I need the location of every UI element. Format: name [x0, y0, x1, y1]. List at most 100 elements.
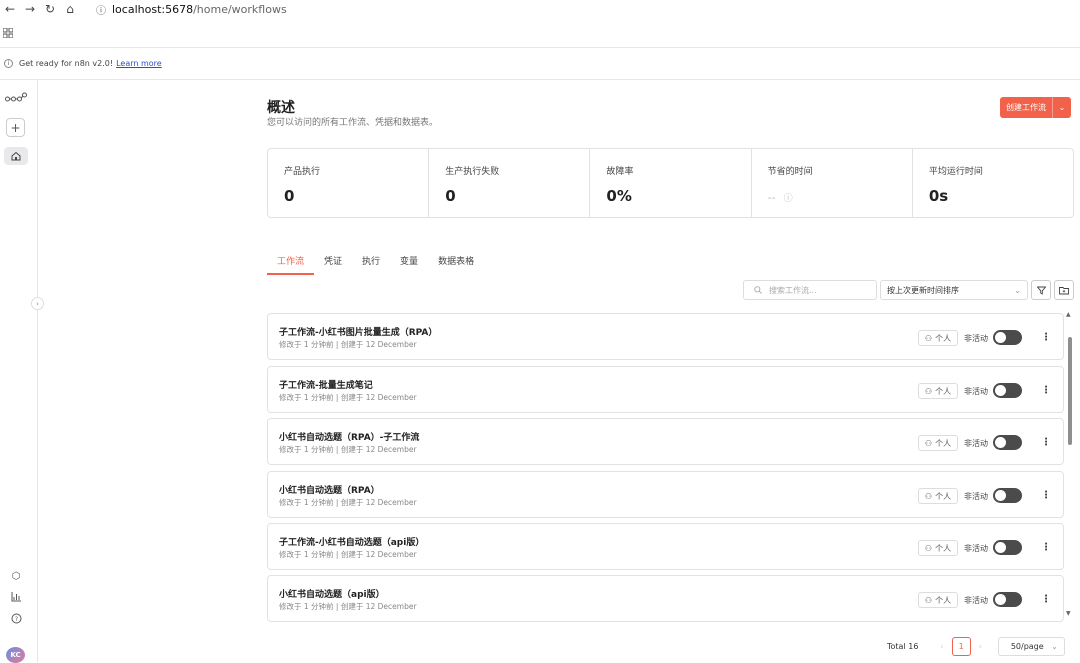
create-workflow-button[interactable]: 创建工作流	[1000, 97, 1052, 118]
active-toggle[interactable]	[993, 540, 1022, 555]
user-icon: ⚇	[924, 438, 933, 448]
page-title: 概述	[267, 100, 295, 116]
owner-badge: ⚇ 个人	[918, 383, 958, 399]
pagination-total: Total 16	[887, 642, 919, 651]
chevron-down-icon: ⌄	[1014, 285, 1021, 295]
more-options-icon[interactable]: ⋮	[1041, 383, 1051, 397]
apps-grid-icon[interactable]	[3, 28, 13, 38]
pagination: Total 16 ‹ 1 › 50/page ⌄	[887, 637, 1065, 656]
sidebar-item-home[interactable]	[4, 147, 28, 165]
scroll-down-icon[interactable]: ▼	[1066, 610, 1071, 617]
stat-value: 0s	[928, 187, 949, 205]
active-toggle[interactable]	[993, 592, 1022, 607]
home-icon[interactable]: ⌂	[60, 0, 80, 18]
workflow-name[interactable]: 小红书自动选题（RPA）-子工作流	[279, 430, 419, 443]
workflow-card[interactable]: 子工作流-批量生成笔记 修改于 1 分钟前 | 创建于 12 December …	[267, 366, 1064, 413]
workflow-card[interactable]: 小红书自动选题（api版） 修改于 1 分钟前 | 创建于 12 Decembe…	[267, 575, 1064, 622]
page-button-1[interactable]: 1	[951, 637, 971, 656]
stat-label: 产品执行	[284, 167, 321, 177]
workflow-name[interactable]: 子工作流-小红书自动选题（api版）	[279, 535, 424, 548]
sort-select[interactable]: 按上次更新时间排序 ⌄	[880, 280, 1028, 300]
more-options-icon[interactable]: ⋮	[1041, 435, 1051, 449]
workflow-card[interactable]: 小红书自动选题（RPA） 修改于 1 分钟前 | 创建于 12 December…	[267, 471, 1064, 518]
tab-credentials[interactable]: 凭证	[314, 254, 352, 275]
learn-more-link[interactable]: Learn more	[116, 59, 162, 68]
address-bar[interactable]: ⓘ localhost:5678/home/workflows	[96, 2, 287, 17]
tabs: 工作流 凭证 执行 变量 数据表格	[267, 254, 484, 275]
active-toggle[interactable]	[993, 435, 1022, 450]
page-size-select[interactable]: 50/page ⌄	[997, 637, 1065, 656]
workflow-meta: 修改于 1 分钟前 | 创建于 12 December	[279, 602, 417, 611]
banner-text: Get ready for n8n v2.0!	[19, 59, 114, 68]
forward-icon[interactable]: →	[20, 0, 40, 18]
more-options-icon[interactable]: ⋮	[1041, 540, 1051, 554]
prev-page-icon[interactable]: ‹	[940, 642, 943, 651]
stat-value-row: -- ⓘ	[768, 191, 912, 204]
templates-icon[interactable]: ⬡	[10, 570, 22, 582]
tab-workflows[interactable]: 工作流	[267, 254, 315, 275]
info-circle-icon: i	[4, 59, 13, 68]
collapse-sidebar-button[interactable]: ›	[31, 297, 44, 310]
active-toggle[interactable]	[993, 330, 1022, 345]
home-icon	[11, 151, 21, 161]
owner-badge: ⚇ 个人	[918, 488, 958, 504]
filter-button[interactable]	[1031, 280, 1051, 300]
stat-average-runtime[interactable]: 平均运行时间 0s	[913, 149, 1073, 217]
scrollbar-thumb[interactable]	[1068, 337, 1072, 445]
stat-value: 0	[284, 187, 295, 205]
avatar[interactable]: KC	[6, 647, 25, 663]
create-workflow-button-group: 创建工作流 ⌄	[1000, 97, 1071, 118]
stat-failure-rate[interactable]: 故障率 0%	[590, 149, 752, 217]
stat-label: 生产执行失败	[445, 167, 500, 177]
user-icon: ⚇	[924, 333, 933, 343]
stat-value: 0	[445, 187, 456, 205]
reload-icon[interactable]: ↻	[40, 0, 60, 18]
more-options-icon[interactable]: ⋮	[1041, 592, 1051, 606]
workflow-card[interactable]: 小红书自动选题（RPA）-子工作流 修改于 1 分钟前 | 创建于 12 Dec…	[267, 418, 1064, 465]
help-icon[interactable]: ?	[10, 612, 22, 624]
workflow-card[interactable]: 子工作流-小红书图片批量生成（RPA） 修改于 1 分钟前 | 创建于 12 D…	[267, 313, 1064, 360]
info-circle-icon[interactable]: ⓘ	[784, 191, 793, 204]
workflow-name[interactable]: 小红书自动选题（api版）	[279, 587, 385, 600]
user-icon: ⚇	[924, 386, 933, 396]
tab-data-tables[interactable]: 数据表格	[428, 254, 484, 275]
chevron-down-icon: ⌄	[1051, 642, 1058, 651]
n8n-logo-icon[interactable]	[5, 92, 27, 104]
page-size-label: 50/page	[1010, 642, 1044, 651]
announcement-banner: i Get ready for n8n v2.0! Learn more	[0, 48, 1080, 80]
create-dropdown-chevron-icon[interactable]: ⌄	[1052, 97, 1071, 118]
stat-label: 节省的时间	[767, 167, 813, 177]
new-folder-button[interactable]	[1054, 280, 1074, 300]
workflow-meta: 修改于 1 分钟前 | 创建于 12 December	[279, 550, 417, 559]
tab-variables[interactable]: 变量	[390, 254, 428, 275]
more-options-icon[interactable]: ⋮	[1041, 330, 1051, 344]
workflow-meta: 修改于 1 分钟前 | 创建于 12 December	[279, 393, 417, 402]
tab-executions[interactable]: 执行	[352, 254, 390, 275]
workflow-card[interactable]: 子工作流-小红书自动选题（api版） 修改于 1 分钟前 | 创建于 12 De…	[267, 523, 1064, 570]
stat-value: --	[767, 191, 776, 204]
owner-badge: ⚇ 个人	[918, 435, 958, 451]
active-toggle[interactable]	[993, 488, 1022, 503]
status-text: 非活动	[964, 387, 988, 396]
workflow-name[interactable]: 子工作流-批量生成笔记	[279, 378, 373, 391]
stat-label: 故障率	[606, 167, 634, 177]
more-options-icon[interactable]: ⋮	[1041, 488, 1051, 502]
stat-production-executions[interactable]: 产品执行 0	[268, 149, 430, 217]
workflow-name[interactable]: 小红书自动选题（RPA）	[279, 483, 380, 496]
active-toggle[interactable]	[993, 383, 1022, 398]
insights-chart-icon[interactable]	[10, 590, 22, 602]
back-icon[interactable]: ←	[0, 0, 20, 18]
status-text: 非活动	[964, 439, 988, 448]
stat-failed-executions[interactable]: 生产执行失败 0	[429, 149, 591, 217]
owner-badge: ⚇ 个人	[918, 592, 958, 608]
scroll-up-icon[interactable]: ▲	[1066, 311, 1071, 318]
search-input[interactable]: 搜索工作流...	[743, 280, 877, 300]
workflow-name[interactable]: 子工作流-小红书图片批量生成（RPA）	[279, 325, 437, 338]
url-host: localhost:5678	[112, 2, 194, 16]
status-text: 非活动	[964, 596, 988, 605]
status-text: 非活动	[964, 492, 988, 501]
add-button[interactable]: +	[6, 118, 25, 137]
stat-time-saved[interactable]: 节省的时间 -- ⓘ	[752, 149, 913, 217]
next-page-icon[interactable]: ›	[979, 642, 982, 651]
folder-plus-icon	[1059, 286, 1069, 294]
